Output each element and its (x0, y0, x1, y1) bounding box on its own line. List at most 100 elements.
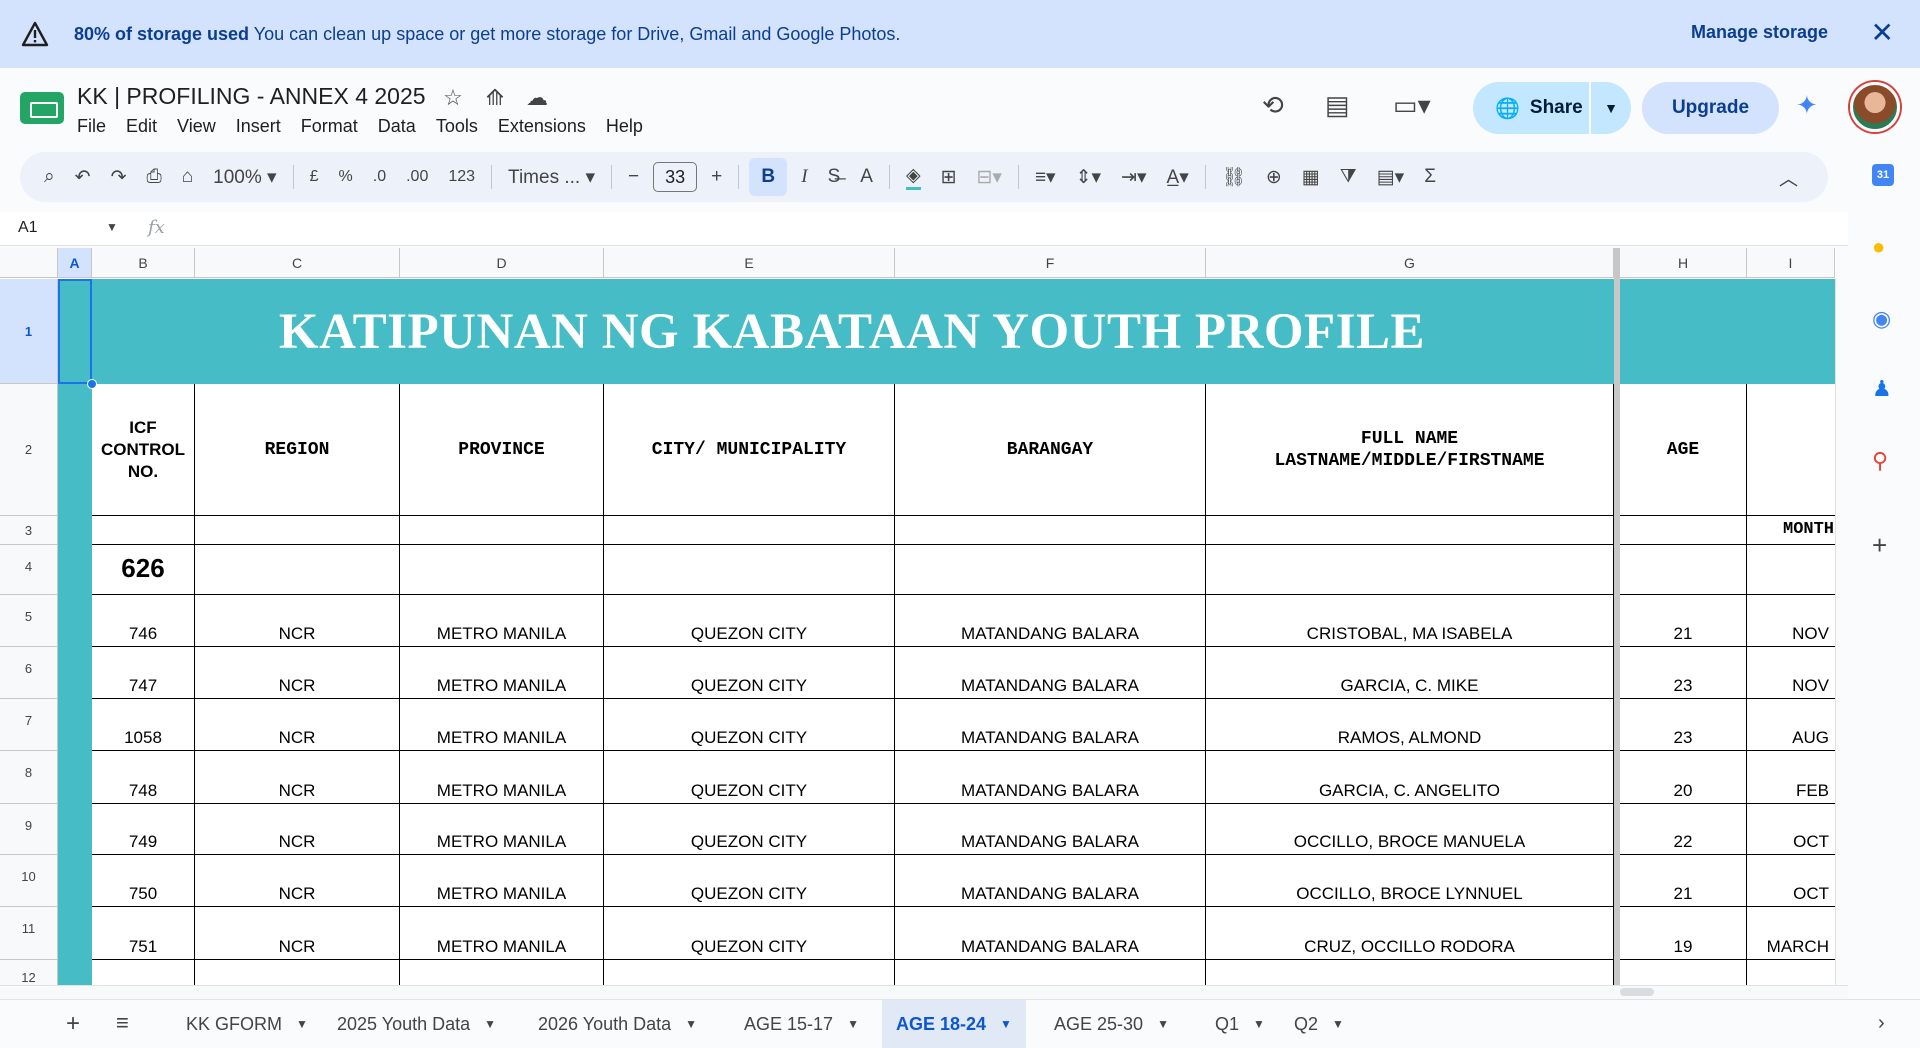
text-color-icon[interactable]: A (860, 166, 873, 188)
cell-age[interactable]: 23 (1620, 647, 1747, 699)
column-header-i[interactable]: I (1747, 248, 1835, 278)
column-header-a[interactable]: A (58, 248, 92, 278)
tab-age-18-24[interactable]: AGE 18-24 ▼ (882, 1000, 1026, 1048)
paint-format-icon[interactable]: ⌂ (182, 166, 193, 188)
header-city-municipality[interactable]: CITY/ MUNICIPALITY (604, 384, 895, 516)
header-barangay[interactable]: BARANGAY (895, 384, 1206, 516)
cell-month[interactable]: AUG (1747, 699, 1835, 751)
insert-chart-icon[interactable]: ▦ (1302, 166, 1320, 189)
menu-file[interactable]: File (77, 116, 106, 137)
cell-name[interactable]: RAMOS, ALMOND (1206, 699, 1614, 751)
cell-region[interactable]: NCR (195, 595, 400, 647)
chevron-down-icon[interactable]: ▼ (1253, 1017, 1265, 1031)
chevron-down-icon[interactable]: ▼ (484, 1017, 496, 1031)
row-header-5[interactable]: 5 (0, 595, 58, 647)
column-header-d[interactable]: D (400, 248, 604, 278)
more-formats-button[interactable]: 123 (448, 168, 475, 186)
cell-b4[interactable]: 626 (92, 545, 195, 595)
cell-province[interactable]: METRO MANILA (400, 647, 604, 699)
column-header-e[interactable]: E (604, 248, 895, 278)
fill-color-icon[interactable]: ◈ (905, 164, 921, 190)
cell-age[interactable]: 21 (1620, 855, 1747, 907)
cell-age[interactable]: 21 (1620, 595, 1747, 647)
menu-data[interactable]: Data (378, 116, 416, 137)
text-rotate-icon[interactable]: A̲▾ (1167, 166, 1189, 189)
cell-b3[interactable] (92, 516, 195, 545)
row-header-12[interactable]: 12 (0, 960, 58, 986)
cell-barangay[interactable]: MATANDANG BALARA (895, 647, 1206, 699)
menu-view[interactable]: View (177, 116, 216, 137)
cell-city[interactable]: QUEZON CITY (604, 907, 895, 960)
cell-province[interactable]: METRO MANILA (400, 804, 604, 855)
cell-province[interactable]: METRO MANILA (400, 855, 604, 907)
cell-month[interactable]: NOV (1747, 647, 1835, 699)
cell-age[interactable]: 23 (1620, 699, 1747, 751)
menu-format[interactable]: Format (301, 116, 358, 137)
add-addon-icon[interactable]: + (1872, 530, 1887, 561)
column-header-c[interactable]: C (195, 248, 400, 278)
cell-city[interactable]: QUEZON CITY (604, 647, 895, 699)
cell-name[interactable]: GARCIA, C. ANGELITO (1206, 751, 1614, 804)
cell-barangay[interactable]: MATANDANG BALARA (895, 804, 1206, 855)
cell-i4[interactable] (1747, 545, 1835, 595)
functions-icon[interactable]: Σ (1424, 166, 1436, 188)
tab-age-25-30[interactable]: AGE 25-30 ▼ (1040, 1000, 1183, 1048)
cell-barangay[interactable]: MATANDANG BALARA (895, 855, 1206, 907)
row-header-2[interactable]: 2 (0, 384, 58, 516)
cell-h3[interactable] (1620, 516, 1747, 545)
cell-age[interactable]: 22 (1620, 804, 1747, 855)
cell-name[interactable]: OCCILLO, BROCE LYNNUEL (1206, 855, 1614, 907)
cell-month[interactable]: MARCH (1747, 907, 1835, 960)
upgrade-button[interactable]: Upgrade (1642, 82, 1779, 134)
fill-handle[interactable] (87, 379, 97, 389)
selected-cell-a1[interactable] (58, 279, 92, 384)
cell-province[interactable]: METRO MANILA (400, 699, 604, 751)
share-label[interactable]: 🌐 Share (1473, 82, 1591, 134)
cell-d12[interactable] (400, 960, 604, 986)
bold-button[interactable]: B (749, 158, 788, 196)
cell-icf[interactable]: 749 (92, 804, 195, 855)
cell-h4[interactable] (1620, 545, 1747, 595)
cell-month[interactable]: OCT (1747, 804, 1835, 855)
menu-help[interactable]: Help (606, 116, 643, 137)
freeze-divider[interactable] (1614, 248, 1620, 986)
chevron-down-icon[interactable]: ▼ (685, 1017, 697, 1031)
percent-button[interactable]: % (339, 168, 353, 186)
vertical-scrollbar[interactable] (1835, 278, 1836, 986)
column-header-f[interactable]: F (895, 248, 1206, 278)
move-icon[interactable]: ⟰ (482, 85, 508, 111)
cell-city[interactable]: QUEZON CITY (604, 751, 895, 804)
cell-h12[interactable] (1620, 960, 1747, 986)
cell-icf[interactable]: 751 (92, 907, 195, 960)
cell-icf[interactable]: 750 (92, 855, 195, 907)
contacts-icon[interactable]: ♟ (1872, 376, 1892, 402)
star-icon[interactable]: ☆ (440, 85, 466, 111)
search-icon[interactable]: ⌕ (44, 166, 55, 188)
cell-name[interactable]: CRISTOBAL, MA ISABELA (1206, 595, 1614, 647)
strikethrough-icon[interactable]: S̶ (828, 166, 841, 188)
cell-e4[interactable] (604, 545, 895, 595)
row-header-8[interactable]: 8 (0, 751, 58, 804)
header-province[interactable]: PROVINCE (400, 384, 604, 516)
cell-barangay[interactable]: MATANDANG BALARA (895, 751, 1206, 804)
chevron-right-icon[interactable]: › (1878, 1012, 1885, 1035)
spreadsheet-grid[interactable]: A B C D E F G H I 1 2 3 4 5 6 7 8 9 10 1… (0, 248, 1836, 986)
cell-city[interactable]: QUEZON CITY (604, 855, 895, 907)
cell-g4[interactable] (1206, 545, 1614, 595)
cell-region[interactable]: NCR (195, 855, 400, 907)
borders-icon[interactable]: ⊞ (941, 166, 957, 189)
cell-c3[interactable] (195, 516, 400, 545)
select-all-corner[interactable] (0, 248, 58, 278)
cell-region[interactable]: NCR (195, 804, 400, 855)
tab-2025-youth-data[interactable]: 2025 Youth Data ▼ (323, 1000, 510, 1048)
cell-region[interactable]: NCR (195, 751, 400, 804)
cell-barangay[interactable]: MATANDANG BALARA (895, 907, 1206, 960)
cell-province[interactable]: METRO MANILA (400, 595, 604, 647)
share-button[interactable]: 🌐 Share ▼ (1473, 82, 1631, 134)
horizontal-scroll-thumb[interactable] (1620, 988, 1654, 996)
column-header-h[interactable]: H (1620, 248, 1747, 278)
merge-cells-icon[interactable]: ⊟▾ (976, 166, 1001, 189)
sheets-logo[interactable] (20, 92, 64, 124)
filter-icon[interactable]: ⧩ (1340, 166, 1357, 188)
currency-button[interactable]: £ (310, 168, 319, 186)
